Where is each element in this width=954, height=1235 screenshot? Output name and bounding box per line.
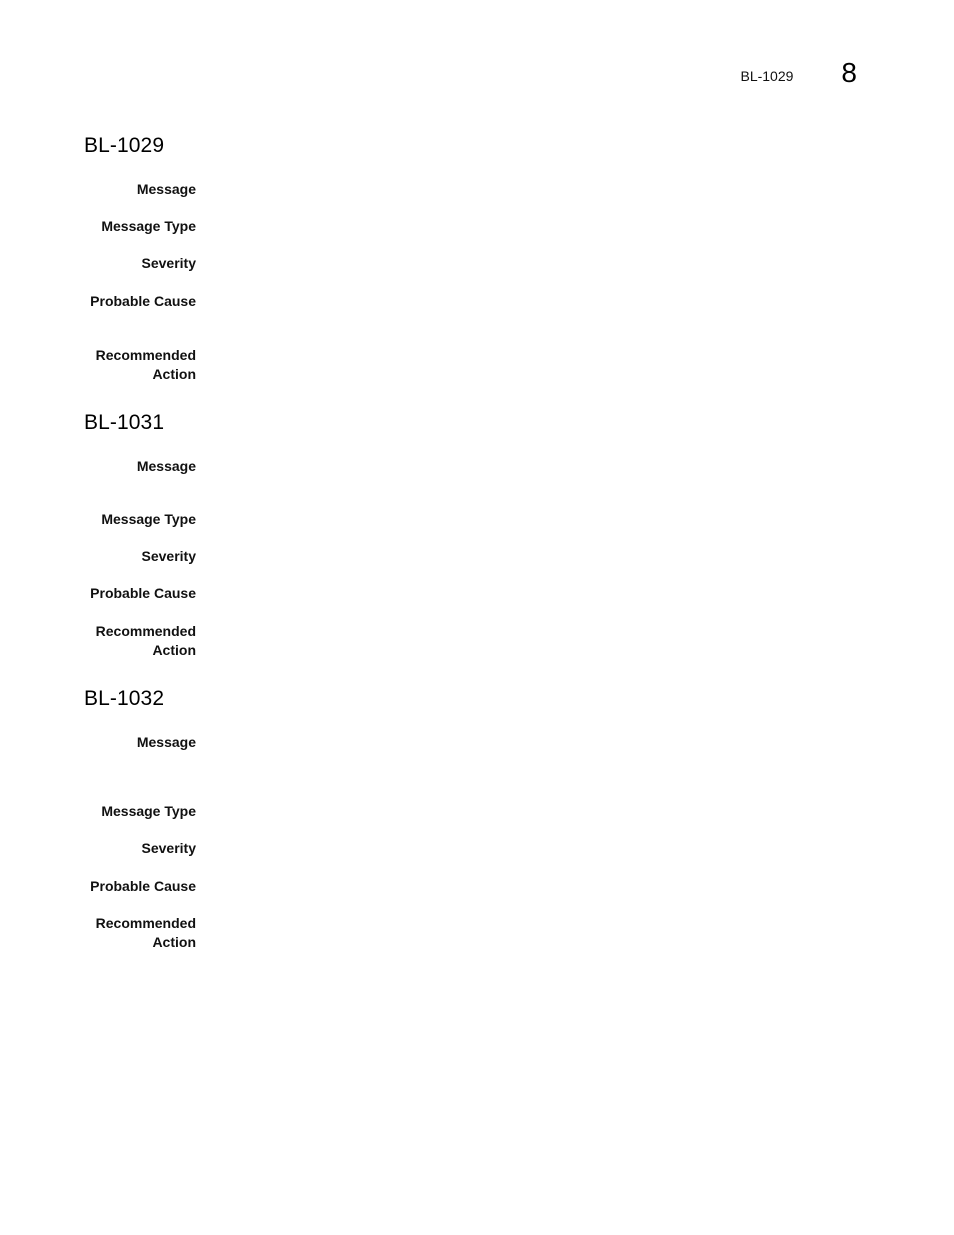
field-message: Message — [84, 457, 864, 476]
field-label: Message — [136, 181, 196, 197]
field-value — [218, 217, 864, 236]
field-value — [218, 877, 864, 896]
field-label: Recommended Action — [84, 914, 196, 952]
field-label-line: Action — [152, 642, 196, 658]
section-bl-1029: BL-1029 Message Message Type Severity Pr… — [84, 133, 864, 393]
field-message: Message — [84, 180, 864, 199]
field-value — [218, 346, 864, 384]
field-label: Message Type — [101, 218, 196, 234]
field-label: Probable Cause — [90, 585, 196, 601]
section-title: BL-1031 — [84, 411, 165, 434]
field-severity: Severity — [84, 547, 864, 566]
field-value — [218, 584, 864, 603]
section-title: BL-1029 — [84, 134, 165, 157]
field-value — [218, 622, 864, 660]
field-value — [218, 547, 864, 566]
field-label-line: Action — [152, 934, 196, 950]
field-probable-cause: Probable Cause — [84, 584, 864, 603]
field-label: Message Type — [101, 803, 196, 819]
field-value — [218, 733, 864, 752]
field-value — [218, 802, 864, 821]
section-bl-1031: BL-1031 Message Message Type Severity Pr… — [84, 410, 864, 670]
field-label: Recommended Action — [84, 622, 196, 660]
field-label: Severity — [141, 840, 196, 856]
section-bl-1032: BL-1032 Message Message Type Severity Pr… — [84, 686, 864, 966]
field-label: Message Type — [101, 511, 196, 527]
chapter-number: 8 — [841, 57, 857, 88]
section-title: BL-1032 — [84, 687, 165, 710]
field-severity: Severity — [84, 254, 864, 273]
field-severity: Severity — [84, 839, 864, 858]
field-label-line: Recommended — [95, 915, 196, 931]
running-title: BL-1029 — [740, 68, 794, 84]
field-value — [218, 839, 864, 858]
field-message: Message — [84, 733, 864, 752]
field-value — [218, 292, 864, 311]
field-value — [218, 914, 864, 952]
field-label: Severity — [141, 255, 196, 271]
field-message-type: Message Type — [84, 802, 864, 821]
field-label-line: Recommended — [95, 623, 196, 639]
field-label: Message — [136, 734, 196, 750]
field-recommended-action: Recommended Action — [84, 346, 864, 384]
field-value — [218, 510, 864, 529]
field-probable-cause: Probable Cause — [84, 877, 864, 896]
field-probable-cause: Probable Cause — [84, 292, 864, 311]
field-value — [218, 457, 864, 476]
field-label: Probable Cause — [90, 293, 196, 309]
field-label: Recommended Action — [84, 346, 196, 384]
field-label: Probable Cause — [90, 878, 196, 894]
field-recommended-action: Recommended Action — [84, 622, 864, 660]
field-message-type: Message Type — [84, 217, 864, 236]
field-recommended-action: Recommended Action — [84, 914, 864, 952]
running-header: BL-1029 8 — [740, 56, 857, 88]
field-label: Message — [136, 458, 196, 474]
field-label: Severity — [141, 548, 196, 564]
field-value — [218, 180, 864, 199]
field-value — [218, 254, 864, 273]
field-message-type: Message Type — [84, 510, 864, 529]
field-label-line: Recommended — [95, 347, 196, 363]
field-label-line: Action — [152, 366, 196, 382]
